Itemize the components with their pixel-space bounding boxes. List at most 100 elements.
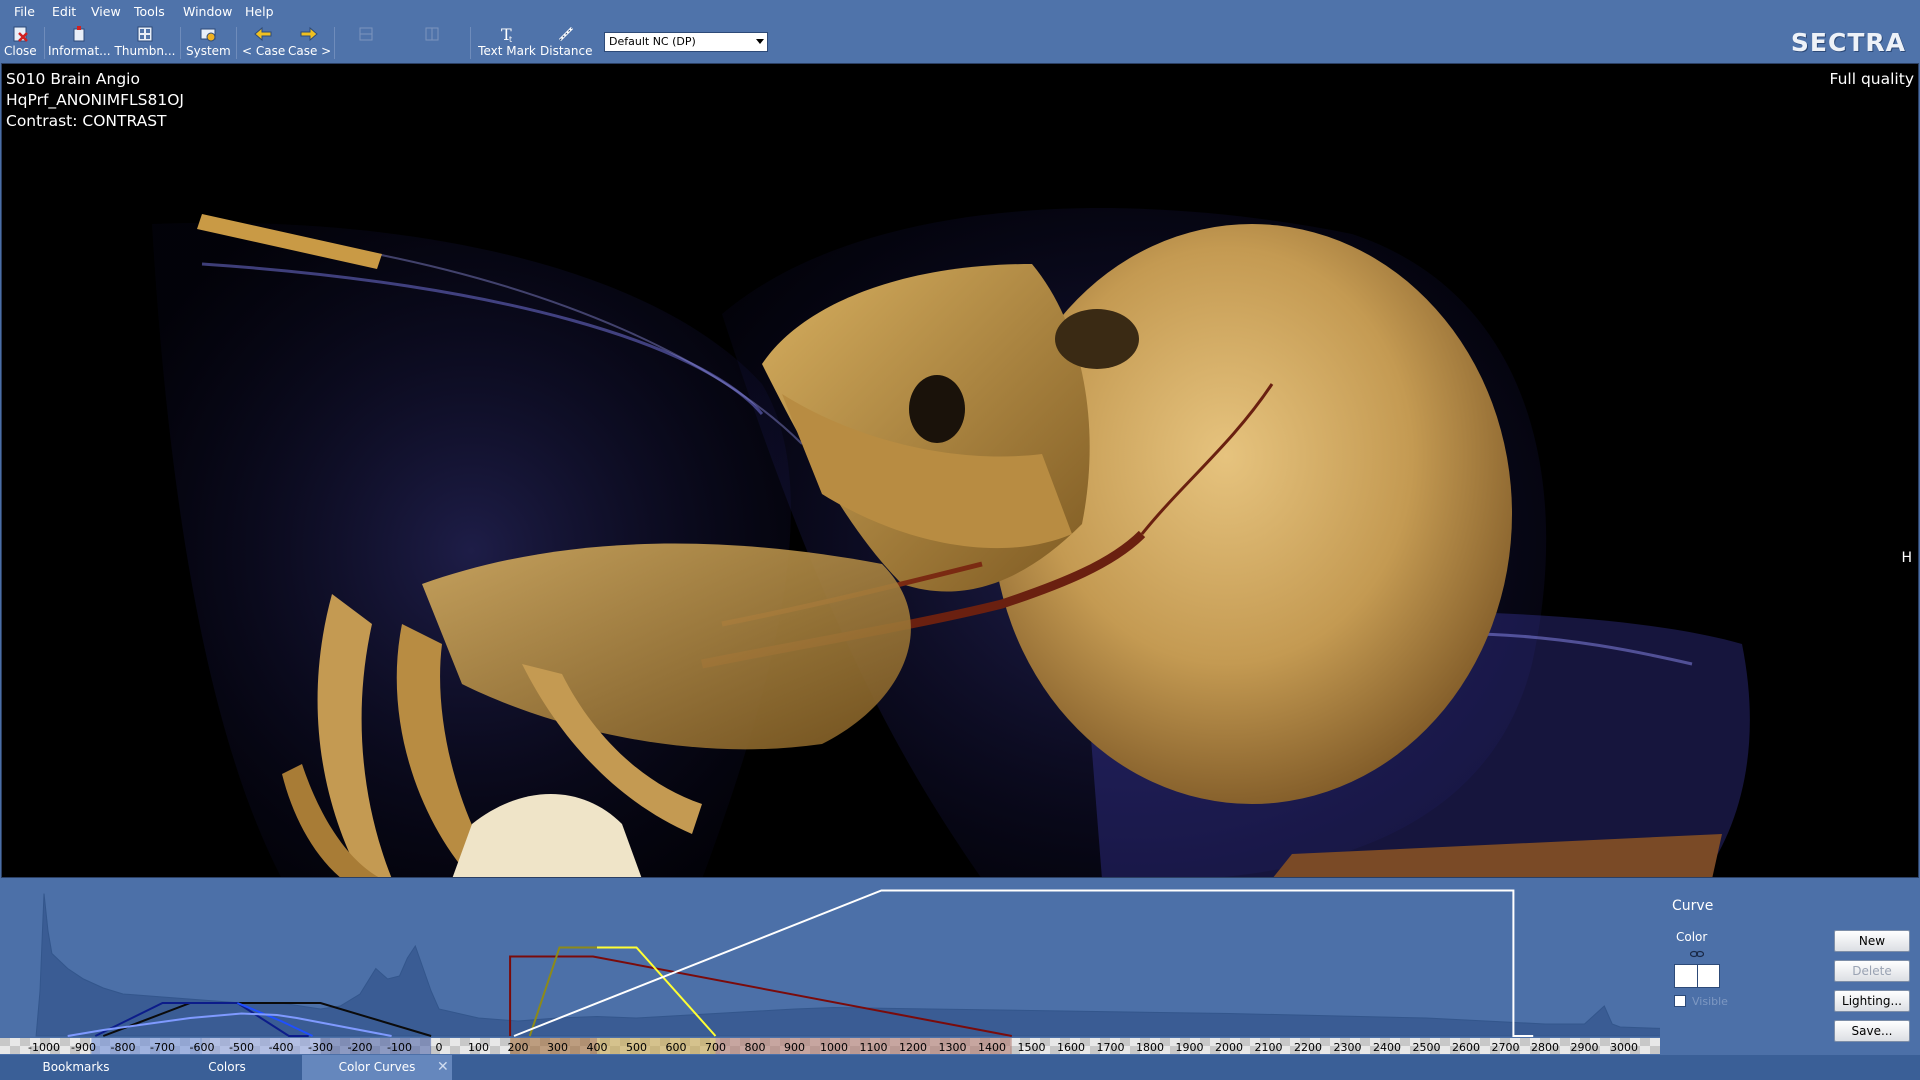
tick-label: -1000 [28, 1041, 60, 1054]
tick-label: 1700 [1097, 1041, 1125, 1054]
lighting-button[interactable]: Lighting... [1834, 990, 1910, 1012]
tick-label: 300 [547, 1041, 568, 1054]
visible-checkbox[interactable] [1674, 995, 1686, 1007]
text-mark-icon: Tt [501, 25, 512, 44]
toolbar-separator [180, 27, 181, 59]
next-case-button[interactable]: Case > [288, 24, 331, 62]
tick-label: 2100 [1255, 1041, 1283, 1054]
disabled-tool-button[interactable] [410, 24, 454, 62]
delete-curve-button[interactable]: Delete [1834, 960, 1910, 982]
volume-render-viewport[interactable]: S010 Brain Angio HqPrf_ANONIMFLS81OJ Con… [1, 63, 1919, 878]
save-button[interactable]: Save... [1834, 1020, 1910, 1042]
tick-label: -500 [229, 1041, 254, 1054]
axis-color-band [91, 1038, 202, 1054]
tick-label: 800 [745, 1041, 766, 1054]
preset-value: Default NC (DP) [609, 35, 696, 48]
thumbnails-button[interactable]: Thumbn... [114, 24, 176, 62]
render-quality: Full quality [1829, 70, 1914, 88]
color-curve-editor: -1000 -900 -800 -700 -600 -500 -400 -300 -200 -10… [0, 878, 1920, 1055]
close-icon [13, 26, 28, 42]
axis-checker-cell [1360, 1046, 1370, 1054]
previous-case-button[interactable]: < Case [242, 24, 285, 62]
tick-label: 3000 [1610, 1041, 1638, 1054]
arrow-left-icon [254, 26, 272, 42]
menu-tools[interactable]: Tools [134, 4, 165, 19]
tick-label: 2300 [1334, 1041, 1362, 1054]
axis-checker-cell [1360, 1038, 1370, 1046]
tick-label: 700 [705, 1041, 726, 1054]
svg-text:t: t [509, 35, 512, 44]
close-tab-icon[interactable]: ✕ [437, 1055, 449, 1080]
toolbar-separator [334, 27, 335, 59]
tick-label: 1800 [1136, 1041, 1164, 1054]
axis-checker-cell [10, 1038, 20, 1046]
link-icon[interactable] [1690, 949, 1704, 959]
tick-label: 1200 [899, 1041, 927, 1054]
transfer-function-chart[interactable]: -1000 -900 -800 -700 -600 -500 -400 -300 -200 -10… [0, 878, 1660, 1055]
tick-label: 1400 [978, 1041, 1006, 1054]
system-button[interactable]: System [186, 24, 231, 62]
axis-checker-cell [450, 1038, 460, 1046]
tick-label: 2800 [1531, 1041, 1559, 1054]
menu-help[interactable]: Help [245, 4, 274, 19]
toolbar-separator [236, 27, 237, 59]
tick-label: 1000 [820, 1041, 848, 1054]
axis-checker-cell [1640, 1038, 1650, 1046]
axis-checker-cell [1400, 1038, 1410, 1046]
disabled-tool-button[interactable] [344, 24, 388, 62]
tick-label: 2600 [1452, 1041, 1480, 1054]
axis-color-band [597, 1038, 716, 1054]
tab-color-curves[interactable]: Color Curves [302, 1055, 452, 1080]
axis-checker-cell [60, 1038, 70, 1046]
menu-bar: File Edit View Tools Window Help [0, 0, 1920, 22]
tick-label: 1600 [1057, 1041, 1085, 1054]
tick-label: -300 [308, 1041, 333, 1054]
layout-icon [425, 27, 439, 41]
information-button[interactable]: Informat... [48, 24, 111, 62]
menu-file[interactable]: File [14, 4, 35, 19]
tick-label: 500 [626, 1041, 647, 1054]
axis-checker-cell [450, 1046, 460, 1054]
tick-label: 1500 [1018, 1041, 1046, 1054]
brand-logo: SECTRA [1790, 28, 1906, 57]
menu-view[interactable]: View [91, 4, 121, 19]
thumbnails-icon [137, 26, 153, 42]
panel-tab-bar: Bookmarks Colors Color Curves ✕ [0, 1055, 1920, 1080]
close-button[interactable]: Close [4, 24, 37, 62]
menu-edit[interactable]: Edit [52, 4, 76, 19]
axis-checker-cell [1480, 1038, 1490, 1046]
axis-checker-cell [60, 1046, 70, 1054]
axis-checker-cell [0, 1038, 10, 1046]
tick-label: 200 [508, 1041, 529, 1054]
tick-label: 100 [468, 1041, 489, 1054]
new-curve-button[interactable]: New [1834, 930, 1910, 952]
toolbar-separator [470, 27, 471, 59]
volume-render-image [152, 208, 1750, 877]
axis-checker-cell [1400, 1046, 1410, 1054]
arrow-right-icon [300, 26, 318, 42]
axis-checker-cell [1480, 1046, 1490, 1054]
preset-dropdown[interactable]: Default NC (DP) [604, 32, 768, 52]
tick-label: 0 [436, 1041, 443, 1054]
tick-label: 2000 [1215, 1041, 1243, 1054]
series-description: S010 Brain Angio [6, 70, 140, 88]
menu-window[interactable]: Window [183, 4, 232, 19]
system-icon [200, 28, 216, 42]
tab-colors[interactable]: Colors [152, 1055, 302, 1080]
tick-label: 600 [666, 1041, 687, 1054]
axis-color-band [202, 1038, 321, 1054]
tick-labels: -1000 -900 -800 -700 -600 -500 -400 -300 -200 -10… [28, 1041, 1638, 1054]
axis-checker-cell [1650, 1038, 1660, 1046]
distance-button[interactable]: Distance [540, 24, 592, 62]
layout-icon [359, 27, 373, 41]
text-mark-button[interactable]: Tt Text Mark [476, 24, 538, 62]
tick-label: 1100 [860, 1041, 888, 1054]
toolbar-separator [44, 27, 45, 59]
axis-checker-cell [490, 1038, 500, 1046]
tick-label: 400 [587, 1041, 608, 1054]
color-swatch[interactable] [1674, 964, 1720, 988]
axis-checker-cell [10, 1046, 20, 1054]
tab-bookmarks[interactable]: Bookmarks [0, 1055, 152, 1080]
tick-label: -900 [71, 1041, 96, 1054]
visible-label: Visible [1692, 995, 1728, 1008]
